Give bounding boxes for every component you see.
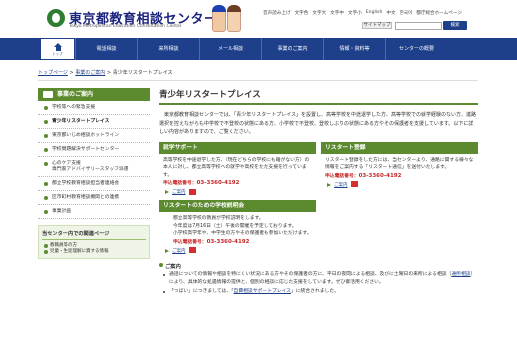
nav-about[interactable]: センターの概要 <box>385 38 447 60</box>
divider <box>38 80 478 81</box>
sidebar-item-collaboration[interactable]: 区市町村教育相談機関との連携 <box>38 191 150 205</box>
support-sections: 就学サポート 高等学校を中途退学した方、（現在どちらの学校にも籍がない方）の本人… <box>159 141 478 198</box>
nav-info-materials[interactable]: 情報・資料等 <box>323 38 385 60</box>
guide-link[interactable]: ご案内 <box>321 181 478 190</box>
sidebar-list: 学校等への緊急支援 青少年リスタートプレイス 東京都いじめ相談ホットライン 学校… <box>38 101 150 219</box>
page: 東京都教育相談センター Tokyo Metropolitan Education… <box>0 0 517 352</box>
section-text-line: 小学校高学年や、中学生の方やその保護者も参加いただけます。 <box>173 231 312 236</box>
related-item-student-info[interactable]: 児童・生徒理解に資する情報 <box>42 249 146 255</box>
notice-title: ご案内 <box>159 262 478 270</box>
intro-text: 東京都教育相談センターでは、「青少年リスタートプレイス」を設置し、高等学校を中途… <box>159 112 477 135</box>
sidebar-item-mental-care[interactable]: 心のケア支援 専門家アドバイザリースタッフ派遣 <box>38 157 150 177</box>
site-header: 東京都教育相談センター Tokyo Metropolitan Education… <box>0 0 517 40</box>
section-school-briefing: リスタートのための学校説明会 都立高等学校の教員が学校説明をします。 今年度は7… <box>159 200 478 256</box>
breadcrumb-services[interactable]: 事業のご案内 <box>75 70 105 76</box>
nav-services[interactable]: 事業のご案内 <box>261 38 323 60</box>
bullet-icon <box>44 148 48 152</box>
bullet-icon <box>44 210 48 214</box>
nav-visit-consult[interactable]: 来所相談 <box>137 38 199 60</box>
link-font-small[interactable]: 文字小 <box>348 10 362 16</box>
logo-icon[interactable] <box>47 9 65 27</box>
phone-number: 申込電話番号：03-3360-4192 <box>163 180 240 186</box>
nav-home[interactable]: トップ <box>40 38 75 60</box>
section-title: リスタート登録 <box>321 141 478 154</box>
page-title: 青少年リスタートプレイス <box>159 88 478 105</box>
guide-link[interactable]: ご案内 <box>159 247 478 256</box>
mascot-boy-icon <box>212 5 226 32</box>
sidebar: 事業のご案内 学校等への緊急支援 青少年リスタートプレイス 東京都いじめ相談ホッ… <box>38 88 150 259</box>
link-english[interactable]: English <box>366 10 383 16</box>
link-tokyo-gov[interactable]: 都庁総合ホームページ <box>416 10 462 16</box>
sidebar-item-bullying-hotline[interactable]: 東京都いじめ相談ホットライン <box>38 129 150 143</box>
section-restart-registration: リスタート登録 リスタート登録をした方には、当センターより、通路に関する様々な情… <box>321 141 478 198</box>
bullet-icon <box>44 162 48 166</box>
breadcrumb-current: 青少年リスタートプレイス <box>112 70 173 76</box>
section-text: 高等学校を中途退学した方、（現在どちらの学校にも籍がない方）の本人に対し、都立高… <box>163 157 310 178</box>
link-visit-consult[interactable]: 通所相談 <box>451 272 470 277</box>
bullet-icon <box>44 196 48 200</box>
link-support-place[interactable]: 自費相談サポートプレイス <box>234 289 291 294</box>
site-subtitle: Tokyo Metropolitan Education Consultatio… <box>69 24 182 29</box>
link-text-color[interactable]: 文字色 <box>295 10 309 16</box>
utility-links: 音声読み上げ 文字色 文字大 文字中 文字小 English 中文 한국어 都庁… <box>263 10 462 16</box>
nav-home-label: トップ <box>52 52 63 56</box>
guide-link[interactable]: ご案内 <box>159 188 316 197</box>
link-read-aloud[interactable]: 音声読み上げ <box>263 10 291 16</box>
sidebar-item-emergency[interactable]: 学校等への緊急支援 <box>38 101 150 115</box>
section-title: リスタートのための学校説明会 <box>159 200 316 212</box>
link-font-large[interactable]: 文字大 <box>312 10 326 16</box>
sitemap-button[interactable]: サイトマップ <box>362 22 392 29</box>
global-nav: トップ 電話相談 来所相談 メール相談 事業のご案内 情報・資料等 センターの概… <box>0 38 517 60</box>
home-icon <box>54 43 63 51</box>
section-enrollment-support: 就学サポート 高等学校を中途退学した方、（現在どちらの学校にも籍がない方）の本人… <box>159 141 316 198</box>
link-chinese[interactable]: 中文 <box>386 10 395 16</box>
section-title: 就学サポート <box>159 141 316 154</box>
pdf-icon <box>350 181 358 187</box>
section-text-line: 今年度は7月16日（土）午後の開催を予定しております。 <box>173 223 297 229</box>
sidebar-item-plan[interactable]: 事業計画 <box>38 205 150 219</box>
pdf-icon <box>188 188 196 195</box>
section-text: リスタート登録をした方には、当センターより、通路に関する様々な情報をご案内する「… <box>325 157 474 171</box>
phone-number: 申込電話番号：03-3360-4192 <box>325 172 402 179</box>
breadcrumb-top[interactable]: トップページ <box>38 70 68 76</box>
search-button[interactable]: 検索 <box>443 21 467 30</box>
bullet-icon <box>44 249 48 254</box>
notice-item: 「つばい」につきましては、「自費相談サポートプレイス」に統合されました。 <box>159 288 478 296</box>
breadcrumb: トップページ > 事業のご案内 > 青少年リスタートプレイス <box>38 70 173 76</box>
bullet-icon <box>44 120 48 124</box>
nav-phone-consult[interactable]: 電話相談 <box>75 38 137 60</box>
sidebar-title: 事業のご案内 <box>38 88 150 101</box>
bullet-icon <box>44 106 48 110</box>
related-title: 当センター内での関連ページ <box>42 230 146 240</box>
bullet-icon <box>44 244 48 248</box>
search-input[interactable] <box>395 22 442 30</box>
pdf-icon <box>188 247 196 253</box>
phone-number: 申込電話番号：03-3360-4192 <box>173 238 250 245</box>
mascot-girl-icon <box>227 5 241 32</box>
main-content: 青少年リスタートプレイス 東京都教育相談センターでは、「青少年リスタートプレイス… <box>159 88 478 296</box>
related-pages: 当センター内での関連ページ 教職員等の方 児童・生徒理解に資する情報 <box>38 225 150 259</box>
sidebar-item-school-support[interactable]: 学校問題解決サポートセンター <box>38 143 150 157</box>
link-font-medium[interactable]: 文字中 <box>330 10 344 16</box>
bullet-icon <box>44 134 48 138</box>
sidebar-item-restart[interactable]: 青少年リスタートプレイス <box>38 115 150 129</box>
book-icon <box>43 91 53 98</box>
notice-item: 通話についての情報や相談を特にくい状況にある方やその保護者の方に、平日の夜間によ… <box>159 271 478 287</box>
bullet-icon <box>44 182 48 186</box>
link-korean[interactable]: 한국어 <box>400 10 413 16</box>
section-text-line: 都立高等学校の教員が学校説明をします。 <box>173 216 264 221</box>
sidebar-item-liaison[interactable]: 都立学校教育相談担当者連絡会 <box>38 177 150 191</box>
nav-mail-consult[interactable]: メール相談 <box>199 38 261 60</box>
